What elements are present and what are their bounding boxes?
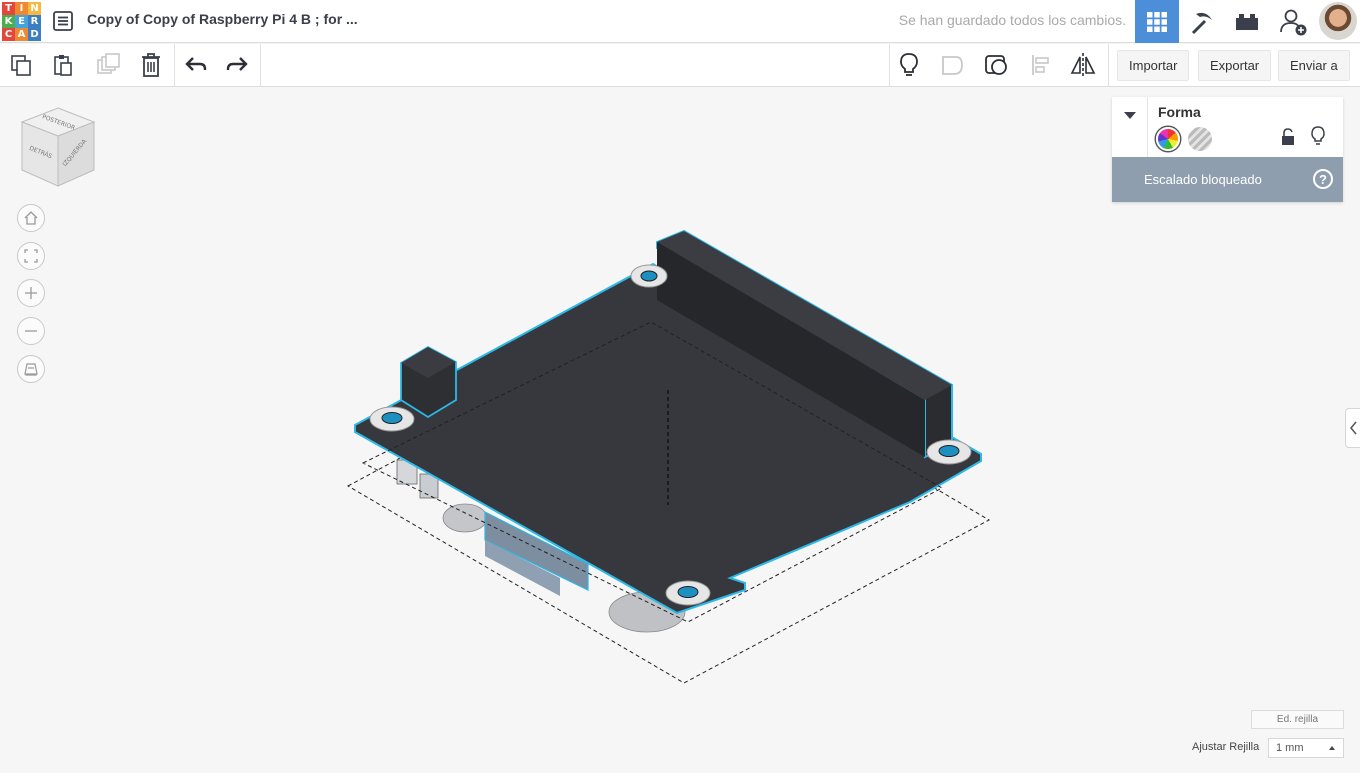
redo-button[interactable] (222, 50, 252, 80)
add-user-icon (1280, 9, 1307, 35)
copy-button[interactable] (6, 50, 36, 80)
caret-up-icon (1329, 746, 1335, 750)
logo-letter: I (15, 2, 28, 15)
add-user-button[interactable] (1271, 0, 1315, 43)
shape-inspector: Forma Escalado bloqueado ? (1112, 97, 1343, 202)
pickaxe-icon (1191, 12, 1212, 34)
redo-icon (226, 57, 248, 71)
unlock-button[interactable] (1280, 128, 1296, 151)
copy-icon (11, 55, 31, 76)
board-top (354, 262, 982, 615)
ungroup-icon (985, 55, 1007, 75)
logo-letter: R (28, 15, 41, 28)
undo-button[interactable] (181, 50, 211, 80)
brick-icon (1236, 13, 1258, 30)
document-title[interactable]: Copy of Copy of Raspberry Pi 4 B ; for .… (87, 11, 358, 27)
logo-letter: C (2, 28, 15, 41)
show-all-button[interactable] (894, 50, 924, 80)
3d-view-button[interactable] (1135, 0, 1179, 43)
snap-grid-label: Ajustar Rejilla (1192, 741, 1260, 753)
inspector-collapse-button[interactable] (1112, 97, 1148, 157)
edit-toolbar: Importar Exportar Enviar a (0, 44, 1360, 87)
logo-letter: N (28, 2, 41, 15)
mirror-button[interactable] (1068, 50, 1098, 80)
paste-button[interactable] (48, 50, 78, 80)
align-icon (1032, 55, 1049, 75)
delete-button[interactable] (136, 50, 166, 80)
snap-grid-select[interactable]: 1 mm (1268, 738, 1344, 758)
save-status: Se han guardado todos los cambios. (898, 12, 1126, 28)
help-icon[interactable]: ? (1313, 169, 1333, 189)
hole-button[interactable] (1188, 127, 1212, 151)
bricks-view-button[interactable] (1225, 0, 1269, 43)
chevron-left-icon (1350, 421, 1357, 435)
visibility-button[interactable] (1310, 126, 1326, 151)
logo-letter: T (2, 2, 15, 15)
logo-letter: D (28, 28, 41, 41)
duplicate-button[interactable] (93, 50, 123, 80)
logo-letter: K (2, 15, 15, 28)
scaling-locked-bar: Escalado bloqueado ? (1112, 157, 1343, 202)
group-icon (942, 56, 963, 75)
inspector-title: Forma (1158, 104, 1201, 120)
edit-grid-button[interactable]: Ed. rejilla (1251, 710, 1344, 729)
side-panel-toggle[interactable] (1345, 408, 1360, 448)
paste-icon (54, 55, 72, 76)
send-to-button[interactable]: Enviar a (1278, 50, 1350, 81)
ungroup-button[interactable] (982, 50, 1012, 80)
top-bar: T I N K E R C A D Copy of Copy of Raspbe… (0, 0, 1360, 43)
design-list-icon[interactable] (52, 10, 74, 32)
blocks-view-button[interactable] (1180, 0, 1224, 43)
snap-grid-value: 1 mm (1276, 742, 1304, 754)
logo-letter: E (15, 15, 28, 28)
lightbulb-icon (1311, 126, 1325, 145)
undo-icon (185, 57, 207, 71)
scaling-locked-text: Escalado bloqueado (1144, 172, 1262, 187)
chevron-down-icon (1123, 112, 1136, 119)
user-avatar[interactable] (1319, 2, 1357, 40)
grid-icon (1147, 11, 1167, 32)
mirror-icon (1070, 53, 1096, 77)
group-button[interactable] (938, 50, 968, 80)
unlock-icon (1282, 128, 1294, 145)
duplicate-icon (97, 53, 120, 74)
align-button[interactable] (1026, 50, 1056, 80)
tinkercad-logo[interactable]: T I N K E R C A D (2, 2, 41, 41)
import-button[interactable]: Importar (1117, 50, 1190, 81)
lightbulb-icon (900, 53, 918, 76)
trash-icon (142, 53, 160, 77)
export-button[interactable]: Exportar (1198, 50, 1272, 81)
solid-color-button[interactable] (1156, 127, 1180, 151)
logo-letter: A (15, 28, 28, 41)
